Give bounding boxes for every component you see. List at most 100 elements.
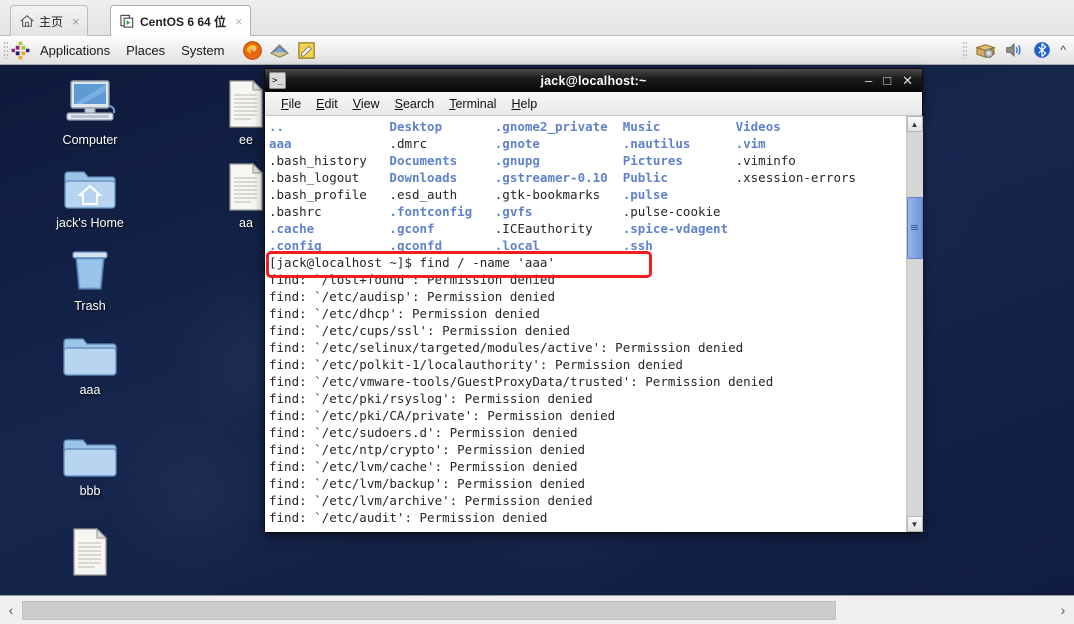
volume-icon[interactable] — [1004, 40, 1024, 60]
software-update-icon[interactable] — [975, 40, 996, 61]
terminal-titlebar[interactable]: >_ jack@localhost:~ – □ ✕ — [265, 69, 922, 92]
terminal-output-line: find: `/etc/selinux/targeted/modules/act… — [269, 340, 744, 355]
computer-icon — [42, 77, 138, 129]
menu-view-label: iew — [360, 96, 380, 111]
gnome-top-panel: Applications Places System ^ — [0, 36, 1074, 65]
terminal-output-line: find: `/etc/ntp/crypto': Permission deni… — [269, 442, 586, 457]
vm-tab-centos-close-icon[interactable]: × — [235, 15, 243, 28]
terminal-window[interactable]: >_ jack@localhost:~ – □ ✕ File Edit View… — [264, 68, 923, 533]
menu-edit[interactable]: Edit — [309, 95, 345, 113]
firefox-icon[interactable] — [242, 40, 263, 61]
terminal-ls-row: .bashrc .fontconfig .gvfs .pulse-cookie — [269, 203, 906, 220]
vmware-horizontal-scrollbar[interactable]: ‹ › — [0, 595, 1074, 624]
terminal-output-line: find: `/etc/polkit-1/localauthority': Pe… — [269, 357, 683, 372]
centos-logo-icon[interactable] — [11, 41, 30, 60]
text-editor-icon[interactable] — [296, 40, 317, 61]
vm-tab-centos[interactable]: CentOS 6 64 位 × — [110, 5, 251, 36]
terminal-ls-entry: Downloads — [389, 170, 495, 185]
bluetooth-icon[interactable] — [1032, 40, 1052, 60]
terminal-output-line: find: `/etc/vmware-tools/GuestProxyData/… — [269, 374, 774, 389]
menu-system[interactable]: System — [173, 40, 232, 61]
trash-icon — [42, 243, 138, 295]
terminal-body: .. Desktop .gnome2_private Music Videos a… — [265, 116, 923, 532]
terminal-ls-entry: .ICEauthority — [494, 221, 623, 236]
desktop-icon-bbb[interactable]: bbb — [42, 428, 138, 498]
desktop-icon-trash[interactable]: Trash — [42, 243, 138, 313]
desktop-icon-bbb-label: bbb — [79, 484, 101, 498]
terminal-ls-row: aaa .dmrc .gnote .nautilus .vim — [269, 135, 906, 152]
terminal-ls-entry: aaa — [269, 136, 390, 151]
terminal-ls-entry: .viminfo — [735, 153, 796, 168]
desktop-icon-jacks-home[interactable]: jack's Home — [42, 160, 138, 230]
terminal-ls-entry: .cache — [269, 221, 390, 236]
menu-help-label: elp — [520, 96, 538, 111]
terminal-vertical-scrollbar[interactable]: ▲ ▼ — [906, 116, 923, 532]
menu-help[interactable]: Help — [504, 95, 544, 113]
home-folder-icon — [42, 160, 138, 212]
terminal-output-line: find: `/etc/lvm/cache': Permission denie… — [269, 459, 578, 474]
vm-tab-home-close-icon[interactable]: × — [72, 15, 80, 28]
terminal-ls-row: .bash_logout Downloads .gstreamer-0.10 P… — [269, 169, 906, 186]
menu-places[interactable]: Places — [118, 40, 173, 61]
terminal-output-line: find: `/etc/pki/rsyslog': Permission den… — [269, 391, 593, 406]
terminal-ls-entry: .bash_history — [269, 153, 390, 168]
terminal-ls-entry: .esd_auth — [389, 187, 495, 202]
terminal-ls-entry: .ssh — [622, 238, 736, 253]
folder-icon — [42, 428, 138, 480]
menu-view[interactable]: View — [346, 95, 387, 113]
terminal-output-line: find: `/etc/audit': Permission denied — [269, 510, 548, 525]
terminal-output-line: find: `/etc/pki/CA/private': Permission … — [269, 408, 616, 423]
terminal-ls-entry: Desktop — [389, 119, 495, 134]
tray-grip[interactable] — [962, 41, 968, 59]
terminal-ls-row: .. Desktop .gnome2_private Music Videos — [269, 118, 906, 135]
terminal-ls-entry: Videos — [735, 119, 781, 134]
scroll-up-icon[interactable]: ▲ — [906, 116, 923, 132]
desktop-icon-aaa-label: aaa — [79, 383, 101, 397]
horizontal-scroll-thumb[interactable] — [22, 600, 836, 620]
terminal-ls-entry: .dmrc — [389, 136, 495, 151]
desktop-icon-document-bottom[interactable] — [42, 525, 138, 581]
menu-applications[interactable]: Applications — [32, 40, 118, 61]
terminal-ls-row: .bash_history Documents .gnupg Pictures … — [269, 152, 906, 169]
terminal-title: jack@localhost:~ — [540, 73, 647, 88]
folder-icon — [42, 327, 138, 379]
terminal-ls-entry: Documents — [389, 153, 495, 168]
minimize-icon[interactable]: – — [865, 74, 872, 87]
panel-grip[interactable] — [3, 41, 8, 59]
scroll-left-icon[interactable]: ‹ — [0, 602, 22, 618]
virtual-machine-icon — [120, 14, 134, 28]
scroll-right-icon[interactable]: › — [1052, 602, 1074, 618]
vm-tab-centos-label: CentOS 6 64 位 — [140, 14, 227, 29]
menu-search[interactable]: Search — [388, 95, 442, 113]
maximize-icon[interactable]: □ — [883, 74, 891, 87]
scrollbar-thumb[interactable] — [906, 197, 923, 259]
vmware-tab-strip: 主页 × CentOS 6 64 位 × — [0, 0, 1074, 36]
terminal-ls-entry: Pictures — [622, 153, 736, 168]
terminal-ls-entry: Music — [622, 119, 736, 134]
terminal-ls-entry: .config — [269, 238, 390, 253]
evolution-mail-icon[interactable] — [269, 40, 290, 61]
panel-expand-icon[interactable]: ^ — [1060, 43, 1066, 57]
desktop-icon-computer[interactable]: Computer — [42, 77, 138, 147]
menu-terminal[interactable]: Terminal — [442, 95, 503, 113]
terminal-output-line: find: `/lost+found': Permission denied — [269, 272, 555, 287]
menu-file[interactable]: File — [274, 95, 308, 113]
desktop-icon-aaa[interactable]: aaa — [42, 327, 138, 397]
terminal-output[interactable]: .. Desktop .gnome2_private Music Videos a… — [265, 116, 906, 532]
terminal-output-line: find: `/etc/sudoers.d': Permission denie… — [269, 425, 578, 440]
terminal-menubar: File Edit View Search Terminal Help — [265, 92, 922, 116]
scroll-down-icon[interactable]: ▼ — [906, 516, 923, 532]
scrollbar-track[interactable] — [906, 132, 923, 516]
terminal-output-line: find: `/etc/lvm/backup': Permission deni… — [269, 476, 586, 491]
terminal-ls-row: .config .gconfd .local .ssh — [269, 237, 906, 254]
terminal-output-line: find: `/etc/dhcp': Permission denied — [269, 306, 540, 321]
terminal-ls-entry: .gconfd — [389, 238, 495, 253]
desktop-icon-trash-label: Trash — [74, 299, 106, 313]
terminal-ls-entry: .spice-vdagent — [622, 221, 736, 236]
document-icon — [42, 525, 138, 577]
horizontal-scroll-track[interactable] — [22, 600, 1052, 620]
close-icon[interactable]: ✕ — [902, 74, 913, 87]
vm-tab-home[interactable]: 主页 × — [10, 5, 88, 36]
panel-launchers — [242, 40, 317, 61]
terminal-ls-entry: .vim — [735, 136, 766, 151]
